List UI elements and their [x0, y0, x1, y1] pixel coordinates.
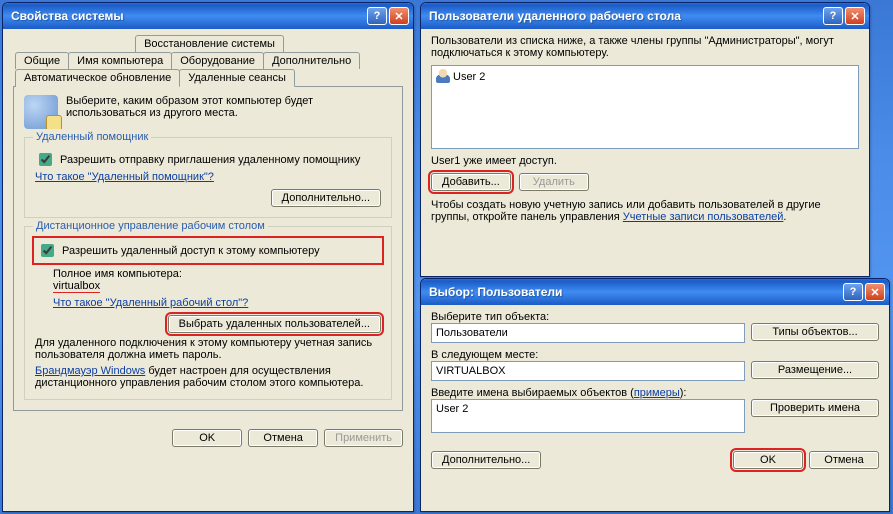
intro-text: Выберите, каким образом этот компьютер б…	[66, 95, 313, 119]
allow-assistance-checkbox[interactable]: Разрешить отправку приглашения удаленном…	[35, 150, 381, 169]
add-user-button[interactable]: Добавить...	[431, 173, 511, 191]
hint-text: Чтобы создать новую учетную запись или д…	[431, 199, 859, 223]
window-title: Пользователи удаленного рабочего стола	[425, 9, 821, 23]
tab-hardware[interactable]: Оборудование	[171, 52, 264, 69]
window-title: Выбор: Пользователи	[425, 285, 841, 299]
assistance-help-link[interactable]: Что такое "Удаленный помощник"?	[35, 171, 214, 183]
titlebar[interactable]: Свойства системы ? ✕	[3, 3, 413, 29]
ok-button[interactable]: OK	[172, 429, 242, 447]
ok-button[interactable]: OK	[733, 451, 803, 469]
apply-button[interactable]: Применить	[324, 429, 403, 447]
advanced-button[interactable]: Дополнительно...	[431, 451, 541, 469]
help-icon[interactable]: ?	[843, 283, 863, 301]
object-type-field[interactable]	[431, 323, 745, 343]
password-note: Для удаленного подключения к этому компь…	[35, 337, 381, 361]
already-access-text: User1 уже имеет доступ.	[431, 155, 859, 167]
group-legend: Удаленный помощник	[33, 131, 151, 143]
users-listbox[interactable]: User 2	[431, 65, 859, 149]
tab-content: Выберите, каким образом этот компьютер б…	[13, 86, 403, 411]
remote-users-window: Пользователи удаленного рабочего стола ?…	[420, 2, 870, 277]
computer-full-name: virtualbox	[53, 280, 100, 293]
remote-desktop-group: Дистанционное управление рабочим столом …	[24, 226, 392, 400]
names-label: Введите имена выбираемых объектов (приме…	[431, 387, 879, 399]
object-types-button[interactable]: Типы объектов...	[751, 323, 879, 341]
titlebar[interactable]: Пользователи удаленного рабочего стола ?…	[421, 3, 869, 29]
user-accounts-link[interactable]: Учетные записи пользователей	[623, 211, 784, 223]
cancel-button[interactable]: Отмена	[248, 429, 318, 447]
allow-remote-input[interactable]	[41, 244, 54, 257]
firewall-note: Брандмауэр Windows будет настроен для ос…	[35, 365, 381, 389]
titlebar[interactable]: Выбор: Пользователи ? ✕	[421, 279, 889, 305]
list-item[interactable]: User 2	[436, 69, 854, 83]
close-icon[interactable]: ✕	[845, 7, 865, 25]
object-type-label: Выберите тип объекта:	[431, 311, 879, 323]
help-icon[interactable]: ?	[823, 7, 843, 25]
locations-button[interactable]: Размещение...	[751, 361, 879, 379]
tab-remote[interactable]: Удаленные сеансы	[179, 69, 295, 87]
group-legend: Дистанционное управление рабочим столом	[33, 220, 268, 232]
location-label: В следующем месте:	[431, 349, 879, 361]
remove-user-button[interactable]: Удалить	[519, 173, 589, 191]
examples-link[interactable]: примеры	[634, 387, 680, 399]
full-name-label: Полное имя компьютера:	[53, 268, 381, 280]
system-properties-window: Свойства системы ? ✕ Восстановление сист…	[2, 2, 414, 512]
remote-assistance-group: Удаленный помощник Разрешить отправку пр…	[24, 137, 392, 218]
remote-icon	[24, 95, 58, 129]
help-icon[interactable]: ?	[367, 7, 387, 25]
tab-general[interactable]: Общие	[15, 52, 69, 69]
assistance-advanced-button[interactable]: Дополнительно...	[271, 189, 381, 207]
user-icon	[436, 69, 450, 83]
object-names-input[interactable]	[431, 399, 745, 433]
cancel-button[interactable]: Отмена	[809, 451, 879, 469]
tab-computer-name[interactable]: Имя компьютера	[68, 52, 172, 69]
close-icon[interactable]: ✕	[389, 7, 409, 25]
allow-remote-checkbox[interactable]: Разрешить удаленный доступ к этому компь…	[35, 239, 381, 262]
firewall-link[interactable]: Брандмауэр Windows	[35, 365, 145, 377]
tab-restore[interactable]: Восстановление системы	[135, 35, 284, 52]
window-title: Свойства системы	[7, 9, 365, 23]
select-remote-users-button[interactable]: Выбрать удаленных пользователей...	[168, 315, 381, 333]
close-icon[interactable]: ✕	[865, 283, 885, 301]
tab-auto-update[interactable]: Автоматическое обновление	[15, 69, 180, 87]
intro-text: Пользователи из списка ниже, а также чле…	[431, 35, 859, 59]
location-field[interactable]: VIRTUALBOX	[431, 361, 745, 381]
allow-assistance-input[interactable]	[39, 153, 52, 166]
dialog-buttons: OK Отмена Применить	[3, 421, 413, 455]
tab-advanced[interactable]: Дополнительно	[263, 52, 360, 69]
check-names-button[interactable]: Проверить имена	[751, 399, 879, 417]
select-users-window: Выбор: Пользователи ? ✕ Выберите тип объ…	[420, 278, 890, 512]
remote-desktop-help-link[interactable]: Что такое "Удаленный рабочий стол"?	[53, 297, 248, 309]
